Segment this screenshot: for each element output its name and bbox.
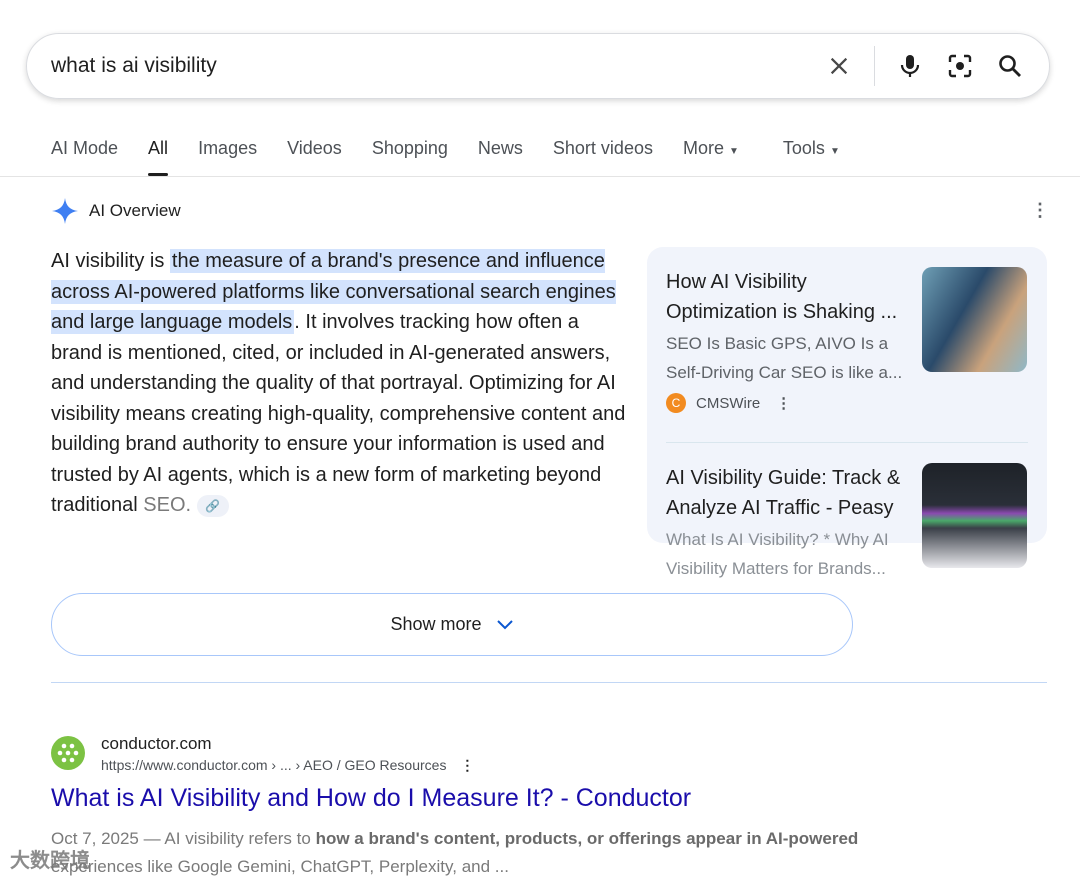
more-options-icon[interactable]: ⋮ [1031, 200, 1049, 221]
search-box[interactable] [26, 33, 1050, 99]
conductor-favicon [51, 736, 85, 770]
more-options-icon[interactable]: ⋮ [776, 394, 791, 412]
overview-text: . It involves tracking how often a brand… [51, 311, 626, 516]
show-more-label: Show more [390, 614, 482, 634]
gemini-sparkle-icon [52, 198, 78, 224]
tab-more-label: More [682, 138, 724, 158]
tab-news[interactable]: News [478, 138, 523, 176]
tab-tools[interactable]: Tools ▼ [783, 138, 840, 176]
card-thumbnail[interactable] [922, 463, 1027, 568]
card-description: What Is AI Visibility? * Why AI Visibili… [666, 530, 889, 578]
tab-tools-label: Tools [782, 138, 825, 158]
divider [666, 442, 1028, 443]
card-source: CMSWire [696, 394, 761, 412]
more-options-icon[interactable]: ⋮ [460, 757, 474, 773]
caret-down-icon: ▼ [729, 146, 739, 157]
microphone-icon[interactable] [895, 51, 925, 81]
tab-images[interactable]: Images [198, 138, 257, 176]
card-title[interactable]: AI Visibility Guide: Track & Analyze AI … [666, 463, 906, 523]
tab-short-videos[interactable]: Short videos [553, 138, 653, 176]
source-card[interactable]: AI Visibility Guide: Track & Analyze AI … [666, 463, 1027, 583]
result-url-text: https://www.conductor.com › ... › AEO / … [101, 757, 447, 773]
tab-more[interactable]: More ▼ [683, 138, 739, 176]
card-thumbnail[interactable] [922, 267, 1027, 372]
divider [0, 176, 1080, 177]
ai-overview-header: AI Overview [51, 197, 181, 225]
tab-all[interactable]: All [148, 138, 169, 176]
tab-shopping[interactable]: Shopping [372, 138, 448, 176]
card-title[interactable]: How AI Visibility Optimization is Shakin… [666, 267, 906, 327]
snippet-text: experiences like Google Gemini, ChatGPT,… [51, 857, 509, 876]
tab-videos[interactable]: Videos [287, 138, 342, 176]
result-title-link[interactable]: What is AI Visibility and How do I Measu… [51, 784, 691, 813]
result-url[interactable]: https://www.conductor.com › ... › AEO / … [101, 757, 474, 774]
search-tabs: AI Mode All Images Videos Shopping News … [51, 138, 870, 176]
card-description: SEO Is Basic GPS, AIVO Is a Self-Driving… [666, 334, 903, 382]
clear-icon[interactable] [824, 51, 854, 81]
chevron-down-icon [496, 619, 513, 629]
divider [874, 46, 875, 86]
show-more-button[interactable]: Show more [51, 593, 853, 656]
overview-text-end: SEO. [143, 494, 192, 516]
watermark: 大数跨境 [10, 850, 90, 872]
tab-ai-mode[interactable]: AI Mode [51, 138, 118, 176]
search-input[interactable] [51, 54, 824, 78]
search-icon[interactable] [995, 51, 1025, 81]
overview-text: AI visibility is [51, 250, 170, 272]
result-snippet: Oct 7, 2025 — AI visibility refers to ho… [51, 825, 871, 881]
caret-down-icon: ▼ [829, 146, 840, 157]
source-cards: How AI Visibility Optimization is Shakin… [647, 247, 1047, 578]
snippet-bold: how a brand's content, products, or offe… [315, 829, 859, 848]
source-card[interactable]: How AI Visibility Optimization is Shakin… [666, 267, 1027, 413]
ai-overview-text: AI visibility is the measure of a brand'… [51, 246, 631, 521]
source-link-icon[interactable]: 🔗 [196, 494, 229, 517]
cmswire-favicon: C [666, 393, 686, 413]
ai-overview-title: AI Overview [89, 201, 181, 220]
snippet-text: AI visibility refers to [164, 829, 316, 848]
result-site-name[interactable]: conductor.com [101, 734, 212, 754]
divider [51, 682, 1047, 683]
camera-lens-icon[interactable] [945, 51, 975, 81]
